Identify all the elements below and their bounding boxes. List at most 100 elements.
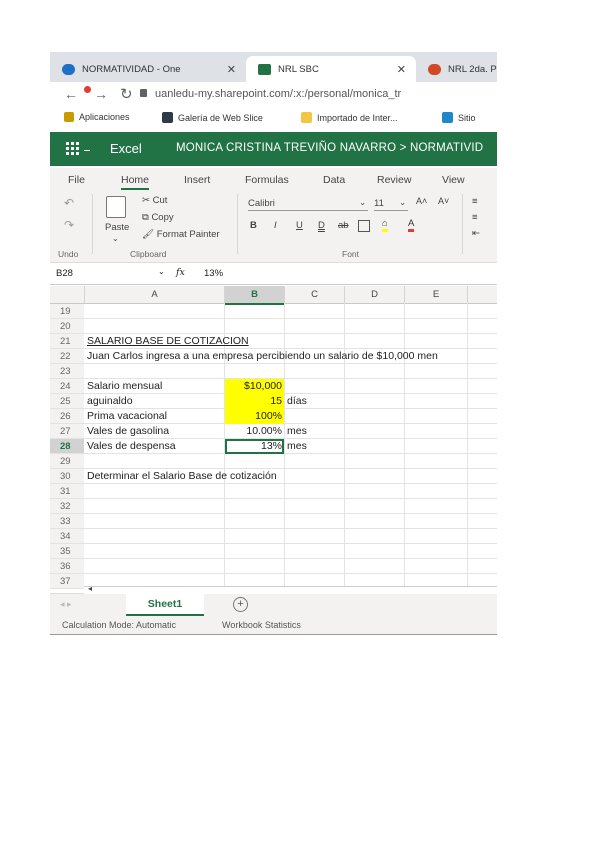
- cell-b[interactable]: [225, 544, 284, 559]
- column-header-a[interactable]: A: [85, 286, 225, 304]
- row-header[interactable]: 22: [50, 349, 84, 364]
- underline-icon[interactable]: U: [296, 220, 303, 231]
- row-header[interactable]: 34: [50, 529, 84, 544]
- row-header[interactable]: 33: [50, 514, 84, 529]
- cell-b[interactable]: [225, 319, 284, 334]
- row-header[interactable]: 32: [50, 499, 84, 514]
- format-painter-button[interactable]: 🖌 Format Painter: [142, 229, 220, 240]
- strikethrough-icon[interactable]: ab: [338, 220, 349, 231]
- copy-button[interactable]: ⧉ Copy: [142, 212, 174, 223]
- tab-nrl-2da[interactable]: NRL 2da. P: [416, 56, 497, 82]
- column-header-f[interactable]: [468, 286, 497, 304]
- italic-icon[interactable]: I: [274, 220, 277, 231]
- cell-b[interactable]: 10.00%: [225, 424, 284, 439]
- cell-b[interactable]: 13%: [225, 439, 284, 454]
- calculation-mode[interactable]: Calculation Mode: Automatic: [62, 620, 176, 630]
- cell-c[interactable]: mes: [287, 424, 307, 439]
- cut-button[interactable]: ✂ Cut: [142, 195, 167, 206]
- double-underline-icon[interactable]: D: [318, 220, 325, 231]
- row-header[interactable]: 29: [50, 454, 84, 469]
- cell-b[interactable]: [225, 349, 284, 364]
- redo-icon[interactable]: ↷: [64, 218, 74, 232]
- close-icon[interactable]: ✕: [227, 63, 236, 76]
- cell-b[interactable]: [225, 454, 284, 469]
- tab-file[interactable]: File: [68, 174, 85, 186]
- sheet-tab-sheet1[interactable]: Sheet1: [126, 594, 204, 616]
- cell-b[interactable]: [225, 514, 284, 529]
- breadcrumb[interactable]: MONICA CRISTINA TREVIÑO NAVARRO > NORMAT…: [176, 142, 483, 154]
- cell-b[interactable]: [225, 304, 284, 319]
- cell-a[interactable]: Prima vacacional: [87, 409, 167, 424]
- bookmark-web-slice[interactable]: Galería de Web Slice: [162, 112, 263, 123]
- column-header-e[interactable]: E: [405, 286, 468, 304]
- tab-normatividad[interactable]: NORMATIVIDAD - One ✕: [50, 56, 246, 82]
- cell-b[interactable]: $10,000: [225, 379, 284, 394]
- cell-b[interactable]: 15: [225, 394, 284, 409]
- app-launcher-icon[interactable]: [66, 142, 80, 156]
- cell-b[interactable]: [225, 334, 284, 349]
- cell-b[interactable]: [225, 484, 284, 499]
- row-header[interactable]: 20: [50, 319, 84, 334]
- scroll-left-icon[interactable]: ◂: [88, 584, 92, 593]
- tab-review[interactable]: Review: [377, 174, 411, 186]
- bookmark-apps[interactable]: Aplicaciones: [64, 112, 130, 122]
- tab-formulas[interactable]: Formulas: [245, 174, 289, 186]
- bold-icon[interactable]: B: [250, 220, 257, 231]
- back-icon[interactable]: ←: [64, 86, 78, 102]
- app-title[interactable]: Excel: [110, 141, 142, 156]
- bookmark-imported[interactable]: Importado de Inter...: [301, 112, 398, 123]
- row-header[interactable]: 19: [50, 304, 84, 319]
- cell-b[interactable]: [225, 499, 284, 514]
- tab-nrl-sbc[interactable]: NRL SBC ✕: [246, 56, 416, 82]
- row-header[interactable]: 25: [50, 394, 84, 409]
- cell-c[interactable]: mes: [287, 439, 307, 454]
- workbook-statistics[interactable]: Workbook Statistics: [222, 620, 301, 630]
- paste-icon[interactable]: [106, 196, 126, 218]
- row-header[interactable]: 27: [50, 424, 84, 439]
- indent-icon[interactable]: ⇤: [472, 228, 480, 239]
- row-header[interactable]: 21: [50, 334, 84, 349]
- row-header[interactable]: 23: [50, 364, 84, 379]
- fill-color-icon[interactable]: ⌂: [382, 218, 388, 232]
- column-header-c[interactable]: C: [285, 286, 345, 304]
- cell-a[interactable]: Vales de gasolina: [87, 424, 169, 439]
- horizontal-scrollbar[interactable]: ◂: [84, 584, 497, 594]
- sheet-nav-icon[interactable]: ◂ ▸: [60, 599, 72, 610]
- cell-b[interactable]: [225, 529, 284, 544]
- row-header[interactable]: 37: [50, 574, 84, 589]
- font-color-icon[interactable]: A: [408, 218, 415, 232]
- forward-icon[interactable]: →: [94, 86, 108, 102]
- align-top-icon[interactable]: ≡: [472, 196, 478, 207]
- row-header[interactable]: 24: [50, 379, 84, 394]
- grow-font-icon[interactable]: A˄: [416, 196, 427, 206]
- formula-input[interactable]: 13%: [204, 268, 223, 279]
- cell-a[interactable]: Salario mensual: [87, 379, 162, 394]
- cell-b[interactable]: [225, 469, 284, 484]
- column-header-b[interactable]: B: [225, 286, 285, 305]
- cell-a[interactable]: Vales de despensa: [87, 439, 176, 454]
- chevron-down-icon[interactable]: ⌄: [158, 267, 165, 276]
- row-header[interactable]: 30: [50, 469, 84, 484]
- cell-b[interactable]: [225, 364, 284, 379]
- url-field[interactable]: uanledu-my.sharepoint.com/:x:/personal/m…: [155, 88, 401, 100]
- function-icon[interactable]: fx: [176, 267, 185, 278]
- tab-insert[interactable]: Insert: [184, 174, 210, 186]
- cell-b[interactable]: 100%: [225, 409, 284, 424]
- row-header[interactable]: 35: [50, 544, 84, 559]
- column-header-d[interactable]: D: [345, 286, 405, 304]
- shrink-font-icon[interactable]: A˅: [438, 196, 449, 206]
- row-header[interactable]: 36: [50, 559, 84, 574]
- borders-icon[interactable]: [358, 220, 370, 232]
- reload-icon[interactable]: ↻: [120, 85, 133, 103]
- align-middle-icon[interactable]: ≡: [472, 212, 478, 223]
- name-box[interactable]: B28: [56, 268, 73, 279]
- add-sheet-icon[interactable]: +: [233, 597, 248, 612]
- tab-home[interactable]: Home: [121, 174, 150, 190]
- tab-view[interactable]: View: [442, 174, 465, 186]
- select-all-corner[interactable]: [50, 286, 85, 304]
- row-header[interactable]: 31: [50, 484, 84, 499]
- paste-label[interactable]: Paste: [105, 222, 129, 233]
- tab-data[interactable]: Data: [323, 174, 345, 186]
- cell-b[interactable]: [225, 559, 284, 574]
- cell-c[interactable]: días: [287, 394, 307, 409]
